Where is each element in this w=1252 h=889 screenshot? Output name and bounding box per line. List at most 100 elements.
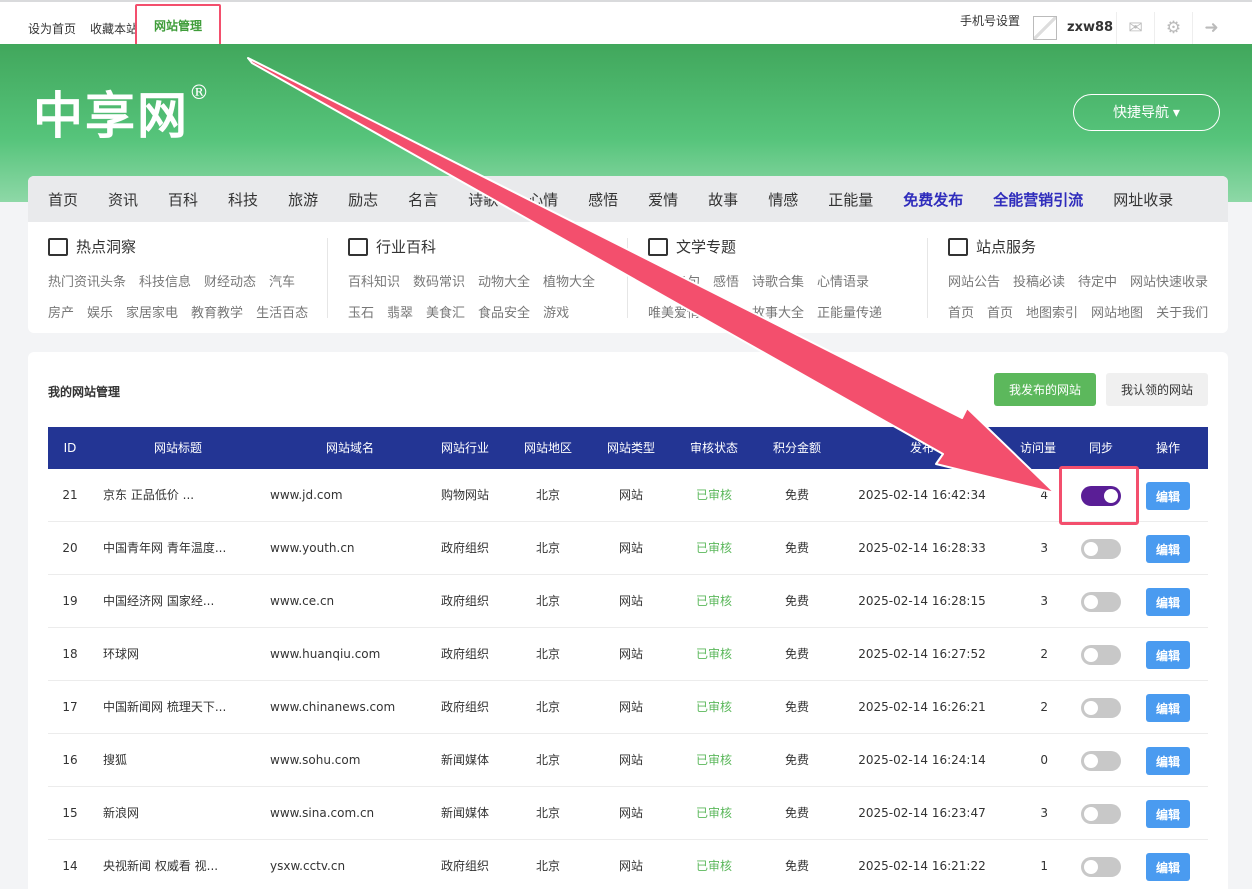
edit-button[interactable]: 编辑 (1146, 694, 1190, 722)
column-header: 同步 (1088, 441, 1113, 455)
mail-icon[interactable]: ✉ (1116, 12, 1154, 44)
section-link[interactable]: 关于我们 (1156, 302, 1208, 321)
cell-type: 网站 (618, 753, 643, 767)
section-link[interactable]: 诗歌合集 (752, 271, 804, 290)
bookmark-link[interactable]: 收藏本站 (90, 20, 138, 37)
edit-button[interactable]: 编辑 (1146, 535, 1190, 563)
column-header: 网站域名 (325, 441, 374, 455)
section-link[interactable]: 待定中 (1078, 271, 1117, 290)
section-link[interactable]: 首页 (948, 302, 974, 321)
section-literature: 文学专题 名言名句 感悟 诗歌合集 心情语录 唯美爱情 专题 故事大全 正能量传递 (648, 236, 895, 333)
my-published-sites-button[interactable]: 我发布的网站 (994, 373, 1096, 406)
column-header: 积分金额 (772, 441, 821, 455)
nav-item[interactable]: 励志 (348, 189, 378, 210)
cell-region: 北京 (535, 859, 560, 873)
section-link[interactable]: 地图索引 (1026, 302, 1078, 321)
section-link[interactable]: 房产 (48, 302, 74, 321)
section-link[interactable]: 玉石 (348, 302, 374, 321)
nav-item[interactable]: 网址收录 (1113, 189, 1173, 210)
section-link[interactable]: 网站公告 (948, 271, 1000, 290)
main-nav: 首页 资讯 百科 科技 旅游 励志 名言 诗歌 心情 感悟 爱情 故事 情感 正能量 免费发布 全能营销引流 网… (28, 176, 1228, 222)
cell-industry: 政府组织 (440, 647, 489, 661)
section-link[interactable]: 财经动态 (204, 271, 256, 290)
sync-toggle[interactable] (1081, 751, 1121, 771)
nav-item[interactable]: 全能营销引流 (993, 189, 1083, 210)
section-link[interactable]: 故事大全 (752, 302, 804, 321)
section-link[interactable]: 教育教学 (191, 302, 243, 321)
section-link[interactable]: 动物大全 (478, 271, 530, 290)
cell-type: 网站 (618, 700, 643, 714)
site-logo[interactable]: 中享网® (33, 76, 211, 148)
nav-item[interactable]: 情感 (768, 189, 798, 210)
section-link[interactable]: 游戏 (543, 302, 569, 321)
nav-item[interactable]: 爱情 (648, 189, 678, 210)
nav-item[interactable]: 心情 (528, 189, 558, 210)
section-link[interactable]: 网站地图 (1091, 302, 1143, 321)
nav-item[interactable]: 诗歌 (468, 189, 498, 210)
logout-icon[interactable]: ➜ (1192, 12, 1230, 44)
edit-button[interactable]: 编辑 (1146, 747, 1190, 775)
section-link[interactable]: 网站快速收录 (1130, 271, 1208, 290)
quick-nav-button[interactable]: 快捷导航 ▾ (1073, 94, 1220, 131)
sync-toggle[interactable] (1081, 857, 1121, 877)
nav-item[interactable]: 名言 (408, 189, 438, 210)
section-link[interactable]: 百科知识 (348, 271, 400, 290)
edit-button[interactable]: 编辑 (1146, 641, 1190, 669)
section-link[interactable]: 心情语录 (817, 271, 869, 290)
sync-toggle[interactable] (1081, 804, 1121, 824)
section-link[interactable]: 生活百态 (256, 302, 308, 321)
section-link[interactable]: 数码常识 (413, 271, 465, 290)
sync-toggle[interactable] (1081, 539, 1121, 559)
nav-item[interactable]: 感悟 (588, 189, 618, 210)
edit-button[interactable]: 编辑 (1146, 853, 1190, 881)
cell-region: 北京 (535, 700, 560, 714)
sync-toggle[interactable] (1081, 645, 1121, 665)
section-link[interactable]: 感悟 (713, 271, 739, 290)
section-link[interactable]: 首页 (987, 302, 1013, 321)
sync-toggle[interactable] (1081, 698, 1121, 718)
section-link[interactable]: 植物大全 (543, 271, 595, 290)
cell-id: 14 (62, 859, 78, 873)
cell-title: 中国经济网 国家经... (103, 594, 215, 608)
section-link[interactable]: 专题 (713, 302, 739, 321)
sync-toggle[interactable] (1081, 592, 1121, 612)
nav-item[interactable]: 故事 (708, 189, 738, 210)
nav-item[interactable]: 正能量 (828, 189, 873, 210)
gear-icon[interactable]: ⚙ (1154, 12, 1192, 44)
my-claimed-sites-button[interactable]: 我认领的网站 (1106, 373, 1208, 406)
section-link[interactable]: 热门资讯头条 (48, 271, 126, 290)
edit-button[interactable]: 编辑 (1146, 800, 1190, 828)
set-homepage-link[interactable]: 设为首页 (28, 20, 76, 37)
phone-settings-link[interactable]: 手机号设置 (960, 12, 1020, 29)
section-link[interactable]: 投稿必读 (1013, 271, 1065, 290)
section-link[interactable]: 科技信息 (139, 271, 191, 290)
site-admin-link[interactable]: 网站管理 (135, 4, 221, 48)
section-link[interactable]: 食品安全 (478, 302, 530, 321)
nav-item[interactable]: 首页 (48, 189, 78, 210)
cell-time: 2025-02-14 16:28:15 (858, 594, 986, 608)
cell-status: 已审核 (695, 806, 732, 820)
divider (327, 238, 328, 318)
section-link[interactable]: 娱乐 (87, 302, 113, 321)
cell-status: 已审核 (695, 753, 732, 767)
section-link[interactable]: 汽车 (269, 271, 295, 290)
section-link[interactable]: 家居家电 (126, 302, 178, 321)
section-hot: 热点洞察 热门资讯头条 科技信息 财经动态 汽车 房产 娱乐 家居家电 教育教学 生活百态 (48, 236, 321, 333)
nav-item[interactable]: 旅游 (288, 189, 318, 210)
username[interactable]: zxw88 (1067, 20, 1113, 35)
book-icon (348, 237, 368, 256)
section-link[interactable]: 名言名句 (648, 271, 700, 290)
nav-item[interactable]: 免费发布 (903, 189, 963, 210)
edit-button[interactable]: 编辑 (1146, 482, 1190, 510)
nav-item[interactable]: 百科 (168, 189, 198, 210)
nav-item[interactable]: 科技 (228, 189, 258, 210)
section-link[interactable]: 正能量传递 (817, 302, 882, 321)
avatar[interactable] (1033, 16, 1057, 40)
nav-item[interactable]: 资讯 (108, 189, 138, 210)
edit-button[interactable]: 编辑 (1146, 588, 1190, 616)
table-row: 14 央视新闻 权威看 视... ysxw.cctv.cn 政府组织 北京 网站 已审核 免费… (48, 840, 1208, 889)
cell-time: 2025-02-14 16:26:21 (858, 700, 986, 714)
section-link[interactable]: 美食汇 (426, 302, 465, 321)
section-link[interactable]: 唯美爱情 (648, 302, 700, 321)
section-link[interactable]: 翡翠 (387, 302, 413, 321)
